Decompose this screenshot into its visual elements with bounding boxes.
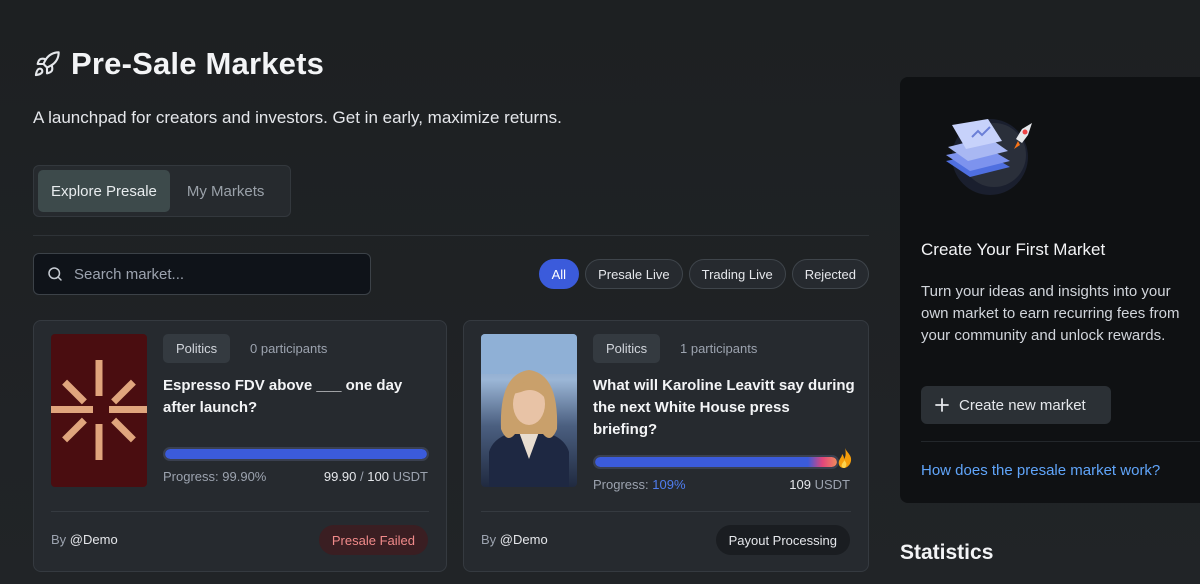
rocket-icon [34,51,60,77]
filter-all[interactable]: All [538,259,580,289]
progress-amount: 109 USDT [789,477,850,492]
participants-count: 1 participants [680,341,758,356]
market-card[interactable]: Politics 1 participants What will Karoli… [463,320,869,572]
progress-bar [593,455,839,469]
card-divider [51,511,429,512]
help-link[interactable]: How does the presale market work? [921,462,1160,479]
page-subtitle: A launchpad for creators and investors. … [33,108,562,127]
espresso-logo-icon [51,360,147,460]
status-badge: Payout Processing [715,525,850,555]
filter-chips: All Presale Live Trading Live Rejected [538,259,869,289]
tab-explore-presale[interactable]: Explore Presale [38,170,170,212]
filter-rejected[interactable]: Rejected [791,259,869,289]
progress-bar [163,447,429,461]
progress-percent: 99.90% [222,469,267,484]
page-title: Pre-Sale Markets [71,46,325,81]
market-card[interactable]: Politics 0 participants Espresso FDV abo… [33,320,447,572]
progress-fill [165,449,427,459]
author-line: By @Demo [481,532,548,547]
search-input[interactable] [74,265,354,283]
category-tag: Politics [163,334,231,363]
market-thumbnail [481,334,577,487]
progress-label: Progress: 99.90% [163,469,267,484]
page-header: Pre-Sale Markets [33,46,324,82]
author-line: By @Demo [51,532,118,547]
search-icon [48,267,62,281]
flame-icon [838,448,852,468]
create-market-button[interactable]: Create new market [921,386,1111,424]
progress-fill [595,457,837,467]
market-question[interactable]: What will Karoline Leavitt say during th… [593,375,855,441]
panel-heading: Create Your First Market [921,240,1106,259]
search-box[interactable] [33,253,371,295]
tab-my-markets[interactable]: My Markets [174,170,278,212]
participants-count: 0 participants [250,341,328,356]
category-tag: Politics [593,334,661,363]
author-name[interactable]: @Demo [500,532,548,547]
panel-divider [921,441,1200,442]
tab-bar: Explore Presale My Markets [33,165,291,217]
filter-presale-live[interactable]: Presale Live [585,259,683,289]
panel-description: Turn your ideas and insights into your o… [921,283,1180,344]
statistics-heading: Statistics [900,541,994,564]
section-divider [33,235,869,236]
progress-percent: 109% [652,477,686,492]
card-divider [481,511,851,512]
progress-amount: 99.90 / 100 USDT [323,469,428,484]
person-portrait-icon [481,334,577,487]
author-name[interactable]: @Demo [70,532,118,547]
create-market-panel: Create Your First Market Turn your ideas… [900,77,1200,503]
status-badge: Presale Failed [318,525,428,555]
plus-icon [935,398,949,412]
filter-trading-live[interactable]: Trading Live [688,259,786,289]
market-stack-illustration-icon [946,119,1032,195]
market-question[interactable]: Espresso FDV above ___ one day after lau… [163,375,423,419]
market-thumbnail [51,334,147,487]
progress-label: Progress: 109% [593,477,686,492]
